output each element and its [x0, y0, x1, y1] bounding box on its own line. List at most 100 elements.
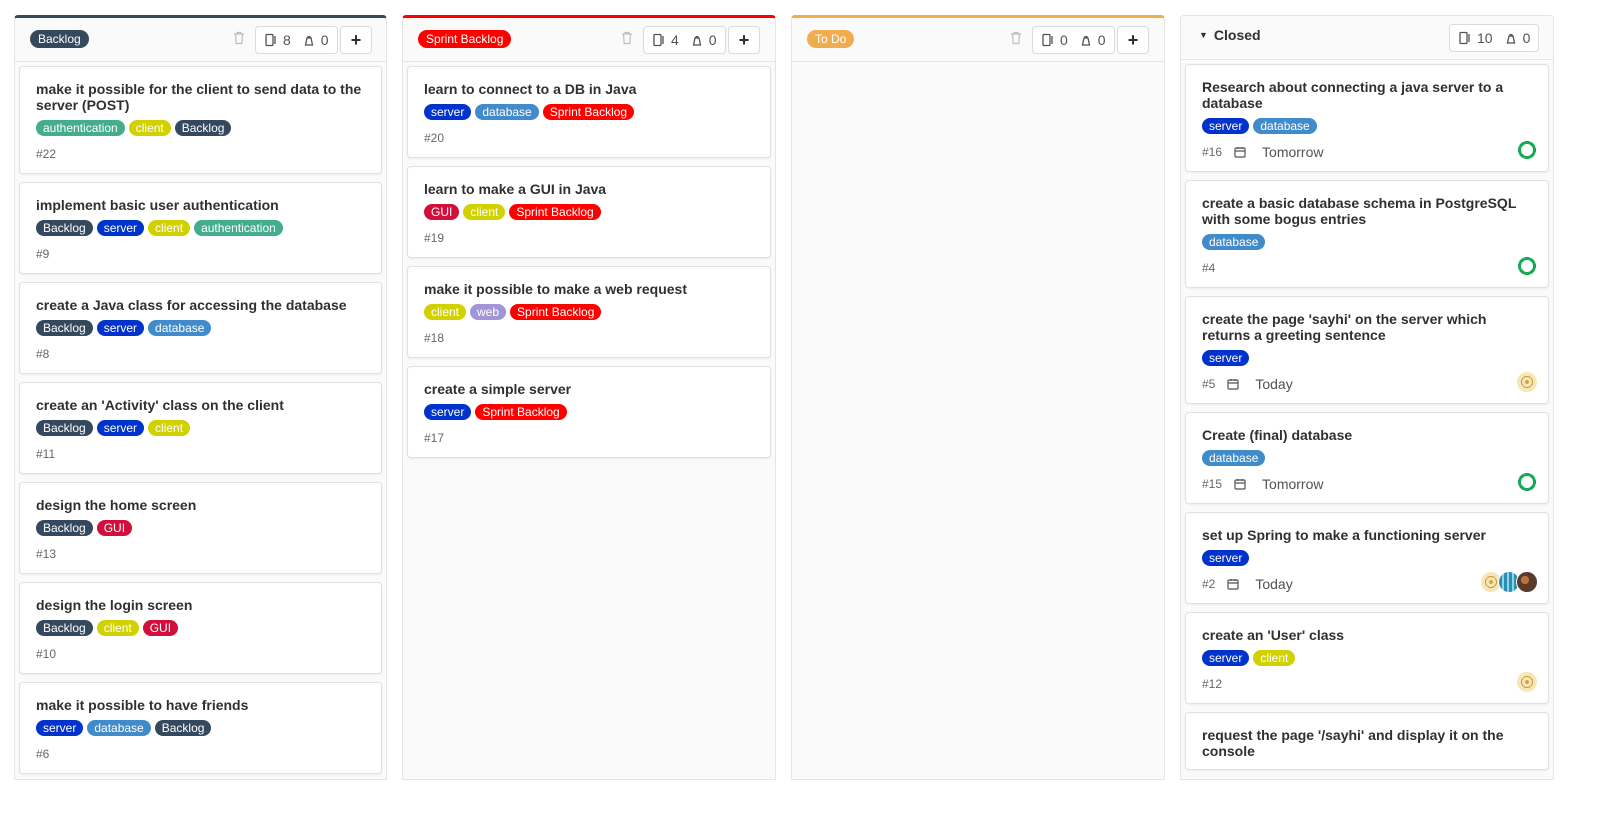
issue-label[interactable]: server — [424, 404, 472, 420]
issue-title[interactable]: create an 'User' class — [1202, 627, 1532, 643]
issue-label[interactable]: server — [96, 420, 145, 436]
issue-title[interactable]: create an 'Activity' class on the client — [36, 397, 365, 413]
issue-label[interactable]: server — [1202, 350, 1250, 366]
avatar[interactable] — [1516, 139, 1538, 161]
issue-card[interactable]: create a basic database schema in Postgr… — [1185, 180, 1549, 288]
issue-label[interactable]: client — [463, 204, 506, 220]
trash-icon[interactable] — [233, 31, 245, 45]
issue-label[interactable]: Sprint Backlog — [475, 404, 567, 420]
add-issue-button[interactable]: + — [1117, 26, 1149, 54]
issue-card[interactable]: make it possible to have friends server da… — [19, 682, 382, 774]
issue-label[interactable]: client — [128, 120, 171, 136]
issue-label[interactable]: Backlog — [36, 620, 93, 636]
issue-label[interactable]: database — [87, 720, 151, 736]
issue-title[interactable]: request the page '/sayhi' and display it… — [1202, 727, 1532, 759]
issue-label[interactable]: server — [1202, 650, 1250, 666]
issue-number: #18 — [424, 331, 445, 345]
issue-label[interactable]: authentication — [36, 120, 125, 136]
issue-label[interactable]: GUI — [96, 520, 133, 536]
issue-card[interactable]: design the login screen Backlog client GUI #… — [19, 582, 382, 674]
avatar[interactable] — [1516, 255, 1538, 277]
issue-label[interactable]: client — [1253, 650, 1296, 666]
issue-number: #2 — [1202, 577, 1216, 591]
issue-title[interactable]: create a simple server — [424, 381, 754, 397]
issue-label[interactable]: database — [1202, 450, 1266, 466]
issue-label[interactable]: Sprint Backlog — [542, 104, 635, 120]
issue-label[interactable]: database — [1253, 118, 1317, 134]
issue-card[interactable]: Research about connecting a java server … — [1185, 64, 1549, 172]
issue-title[interactable]: implement basic user authentication — [36, 197, 365, 213]
issue-label[interactable]: web — [470, 304, 507, 320]
issue-title[interactable]: Create (final) database — [1202, 427, 1532, 443]
issue-label[interactable]: Sprint Backlog — [509, 204, 601, 220]
issue-label[interactable]: Backlog — [154, 720, 212, 736]
issue-title[interactable]: make it possible to make a web request — [424, 281, 754, 297]
assignee-avatars — [1516, 671, 1538, 693]
issue-number: #9 — [36, 247, 50, 261]
issue-card[interactable]: create an 'User' class server client #12 — [1185, 612, 1549, 704]
issue-label[interactable]: Backlog — [36, 420, 93, 436]
issue-label[interactable]: client — [148, 220, 191, 236]
issue-card[interactable]: create the page 'sayhi' on the server wh… — [1185, 296, 1549, 404]
issue-card[interactable]: make it possible for the client to send … — [19, 66, 382, 174]
issue-label[interactable]: server — [36, 720, 84, 736]
issue-label[interactable]: Backlog — [36, 520, 93, 536]
issue-title[interactable]: make it possible to have friends — [36, 697, 365, 713]
issue-label[interactable]: client — [148, 420, 191, 436]
avatar[interactable] — [1516, 671, 1538, 693]
issue-card[interactable]: request the page '/sayhi' and display it… — [1185, 712, 1549, 770]
issue-title[interactable]: set up Spring to make a functioning serv… — [1202, 527, 1532, 543]
issue-title[interactable]: create a Java class for accessing the da… — [36, 297, 365, 313]
issue-card[interactable]: create a simple server server Sprint Backl… — [407, 366, 771, 458]
issue-title[interactable]: make it possible for the client to send … — [36, 81, 365, 113]
list-label[interactable]: Sprint Backlog — [418, 30, 512, 48]
issue-label[interactable]: database — [475, 104, 539, 120]
issue-card[interactable]: implement basic user authentication Backl… — [19, 182, 382, 274]
issue-label[interactable]: GUI — [424, 204, 460, 220]
issue-title[interactable]: create a basic database schema in Postgr… — [1202, 195, 1532, 227]
trash-icon[interactable] — [1010, 31, 1022, 45]
issue-card[interactable]: create an 'Activity' class on the client… — [19, 382, 382, 474]
add-issue-button[interactable]: + — [728, 26, 760, 54]
issue-card[interactable]: design the home screen Backlog GUI #13 — [19, 482, 382, 574]
issue-title[interactable]: design the login screen — [36, 597, 365, 613]
avatar[interactable] — [1516, 371, 1538, 393]
list-label[interactable]: Backlog — [30, 30, 89, 48]
trash-icon[interactable] — [621, 31, 633, 45]
issue-label[interactable]: database — [148, 320, 212, 336]
issue-title[interactable]: design the home screen — [36, 497, 365, 513]
plus-icon: + — [1127, 29, 1139, 50]
issue-label[interactable]: Backlog — [36, 220, 93, 236]
issue-title[interactable]: learn to connect to a DB in Java — [424, 81, 754, 97]
issue-label[interactable]: client — [424, 304, 467, 320]
issue-label[interactable]: server — [1202, 550, 1250, 566]
issue-label[interactable]: server — [1202, 118, 1250, 134]
list-label[interactable]: To Do — [807, 30, 855, 48]
list-toggle[interactable]: ▼ Closed — [1199, 27, 1261, 43]
issue-label[interactable]: server — [424, 104, 472, 120]
issue-label[interactable]: Backlog — [36, 320, 93, 336]
issue-label[interactable]: GUI — [142, 620, 179, 636]
avatar[interactable] — [1516, 471, 1538, 493]
issue-card[interactable]: learn to make a GUI in Java GUI client Spri… — [407, 166, 771, 258]
issue-labels: GUI client Sprint Backlog — [424, 204, 754, 220]
issue-card[interactable]: create a Java class for accessing the da… — [19, 282, 382, 374]
issue-label[interactable]: client — [96, 620, 139, 636]
add-issue-button[interactable]: + — [340, 26, 372, 54]
issue-title[interactable]: Research about connecting a java server … — [1202, 79, 1532, 111]
issue-label[interactable]: Backlog — [174, 120, 232, 136]
issue-label[interactable]: Sprint Backlog — [510, 304, 602, 320]
issue-label[interactable]: authentication — [194, 220, 283, 236]
issue-title[interactable]: create the page 'sayhi' on the server wh… — [1202, 311, 1532, 343]
issue-card[interactable]: set up Spring to make a functioning serv… — [1185, 512, 1549, 604]
avatar[interactable] — [1516, 571, 1538, 593]
issue-label[interactable]: server — [96, 320, 145, 336]
issue-label[interactable]: server — [96, 220, 145, 236]
issue-card[interactable]: Create (final) database database #15 Tomorr… — [1185, 412, 1549, 504]
list-counts: 10 0 — [1449, 24, 1540, 52]
issue-card[interactable]: learn to connect to a DB in Java server da… — [407, 66, 771, 158]
issue-title[interactable]: learn to make a GUI in Java — [424, 181, 754, 197]
issue-labels: database — [1202, 234, 1532, 250]
issue-card[interactable]: make it possible to make a web request cl… — [407, 266, 771, 358]
issue-label[interactable]: database — [1202, 234, 1266, 250]
